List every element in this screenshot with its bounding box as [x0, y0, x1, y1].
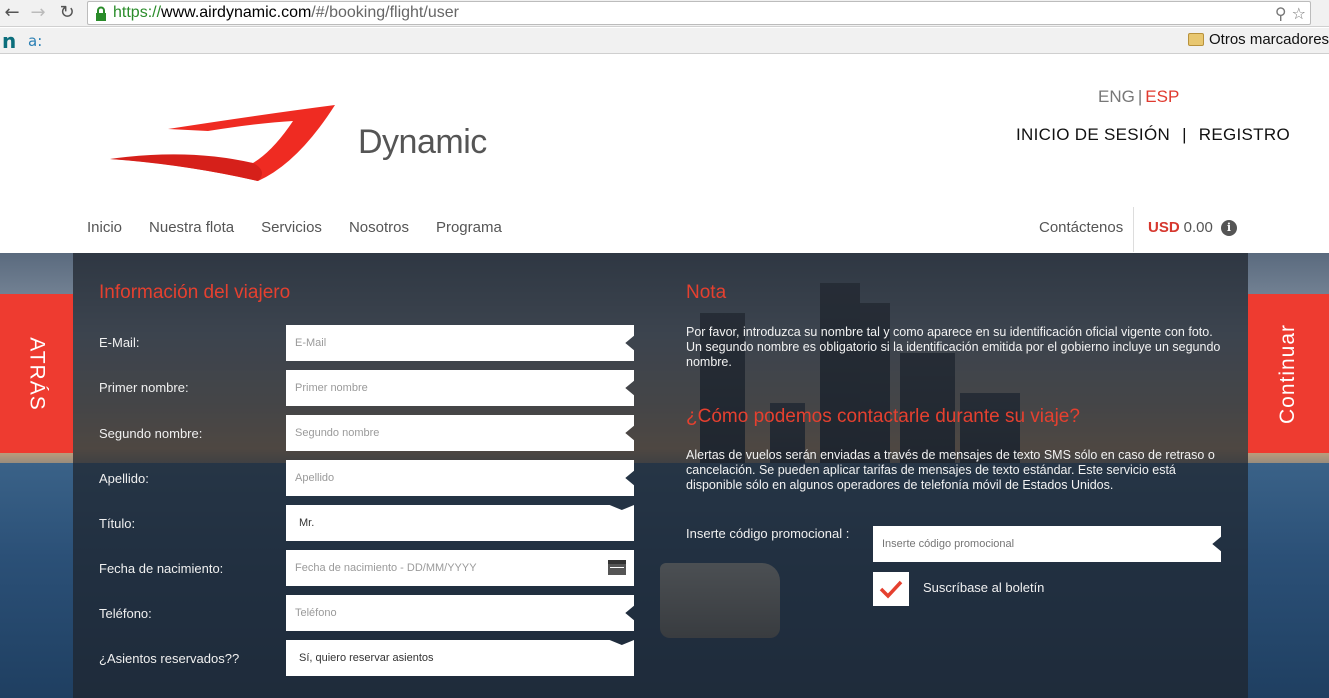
continue-button[interactable]: Continuar	[1248, 294, 1329, 453]
back-arrow-icon[interactable]: ←	[2, 3, 22, 23]
back-button-label: ATRÁS	[25, 336, 49, 411]
birth-date-field-wrap	[286, 550, 634, 586]
login-link[interactable]: INICIO DE SESIÓN	[1016, 125, 1170, 144]
birth-date-field[interactable]	[286, 550, 634, 586]
bookmark-folder-label: Otros marcadores	[1209, 31, 1329, 48]
title-select[interactable]: Mr.	[286, 505, 634, 541]
language-switcher: ENG | ESP	[1098, 87, 1179, 107]
email-field[interactable]	[286, 325, 634, 361]
note-title: Nota	[686, 282, 727, 303]
continue-button-label: Continuar	[1276, 323, 1300, 424]
folder-icon	[1188, 33, 1204, 46]
email-label: E-Mail:	[99, 335, 140, 350]
cart-amount: 0.00	[1183, 219, 1213, 236]
lang-eng[interactable]: ENG	[1098, 87, 1135, 106]
newsletter-checkbox[interactable]	[873, 572, 909, 606]
calendar-icon[interactable]	[608, 560, 626, 575]
nav-item-inicio[interactable]: Inicio	[87, 219, 122, 236]
back-button[interactable]: ATRÁS	[0, 294, 73, 453]
nav-item-servicios[interactable]: Servicios	[261, 219, 322, 236]
lock-icon	[96, 6, 106, 21]
bookmark-a[interactable]: a:	[28, 32, 42, 50]
nav-divider	[1133, 207, 1134, 252]
contact-title: ¿Cómo podemos contactarle durante su via…	[686, 406, 1080, 427]
middle-name-label: Segundo nombre:	[99, 426, 203, 441]
auth-links: INICIO DE SESIÓN | REGISTRO	[1016, 125, 1290, 145]
bookmarks-bar: n a: Otros marcadores	[0, 28, 1329, 54]
nav-item-programa[interactable]: Programa	[436, 219, 502, 236]
phone-label: Teléfono:	[99, 606, 152, 621]
seats-select-value: Sí, quiero reservar asientos	[299, 652, 434, 664]
browser-toolbar: ← → ↻ https://www.airdynamic.com/#/booki…	[0, 0, 1329, 27]
lang-esp[interactable]: ESP	[1145, 87, 1179, 106]
nav-item-nosotros[interactable]: Nosotros	[349, 219, 409, 236]
promo-label: Inserte código promocional :	[686, 526, 850, 541]
first-name-field-wrap	[286, 370, 634, 406]
register-link[interactable]: REGISTRO	[1199, 125, 1290, 144]
first-name-field[interactable]	[286, 370, 634, 406]
site-header: Dynamic ENG | ESP INICIO DE SESIÓN | REGISTR…	[0, 55, 1329, 253]
traveler-info-title: Información del viajero	[99, 282, 291, 303]
info-icon[interactable]: i	[1221, 220, 1237, 236]
reload-icon[interactable]: ↻	[57, 3, 77, 23]
airdynamic-logo-icon[interactable]	[108, 103, 338, 181]
first-name-label: Primer nombre:	[99, 380, 189, 395]
email-field-wrap	[286, 325, 634, 361]
main-nav: Inicio Nuestra flota Servicios Nosotros …	[87, 219, 502, 236]
forward-arrow-icon[interactable]: →	[28, 3, 48, 23]
address-bar[interactable]: https://www.airdynamic.com/#/booking/fli…	[87, 1, 1311, 25]
bookmark-folder-other[interactable]: Otros marcadores	[1188, 31, 1329, 48]
seats-label: ¿Asientos reservados??	[99, 651, 240, 666]
checkmark-icon	[879, 580, 903, 599]
contact-text: Alertas de vuelos serán enviadas a travé…	[686, 448, 1215, 492]
cart-total[interactable]: USD 0.00	[1148, 219, 1213, 236]
note-text: Por favor, introduzca su nombre tal y co…	[686, 325, 1221, 369]
seats-select[interactable]: Sí, quiero reservar asientos	[286, 640, 634, 676]
birth-date-label: Fecha de nacimiento:	[99, 561, 224, 576]
star-icon[interactable]: ☆	[1292, 4, 1306, 23]
url-text: https://www.airdynamic.com/#/booking/fli…	[113, 4, 459, 21]
bookmark-n[interactable]: n	[2, 29, 16, 53]
promo-code-input[interactable]	[873, 526, 1221, 562]
last-name-field[interactable]	[286, 460, 634, 496]
nav-item-flota[interactable]: Nuestra flota	[149, 219, 234, 236]
logo-text: Dynamic	[358, 123, 487, 161]
last-name-label: Apellido:	[99, 471, 149, 486]
cart-currency: USD	[1148, 219, 1180, 236]
lang-separator: |	[1137, 87, 1143, 106]
middle-name-field[interactable]	[286, 415, 634, 451]
phone-field[interactable]	[286, 595, 634, 631]
zoom-icon[interactable]: ⚲	[1275, 4, 1287, 23]
nav-item-contact[interactable]: Contáctenos	[1039, 219, 1123, 236]
phone-field-wrap	[286, 595, 634, 631]
title-label: Título:	[99, 516, 136, 531]
newsletter-label: Suscríbase al boletín	[923, 580, 1045, 595]
last-name-field-wrap	[286, 460, 634, 496]
middle-name-field-wrap	[286, 415, 634, 451]
address-bar-icons: ⚲ ☆	[1275, 4, 1306, 23]
auth-separator: |	[1182, 125, 1187, 144]
promo-field-wrap	[873, 526, 1221, 562]
title-select-value: Mr.	[299, 517, 315, 529]
